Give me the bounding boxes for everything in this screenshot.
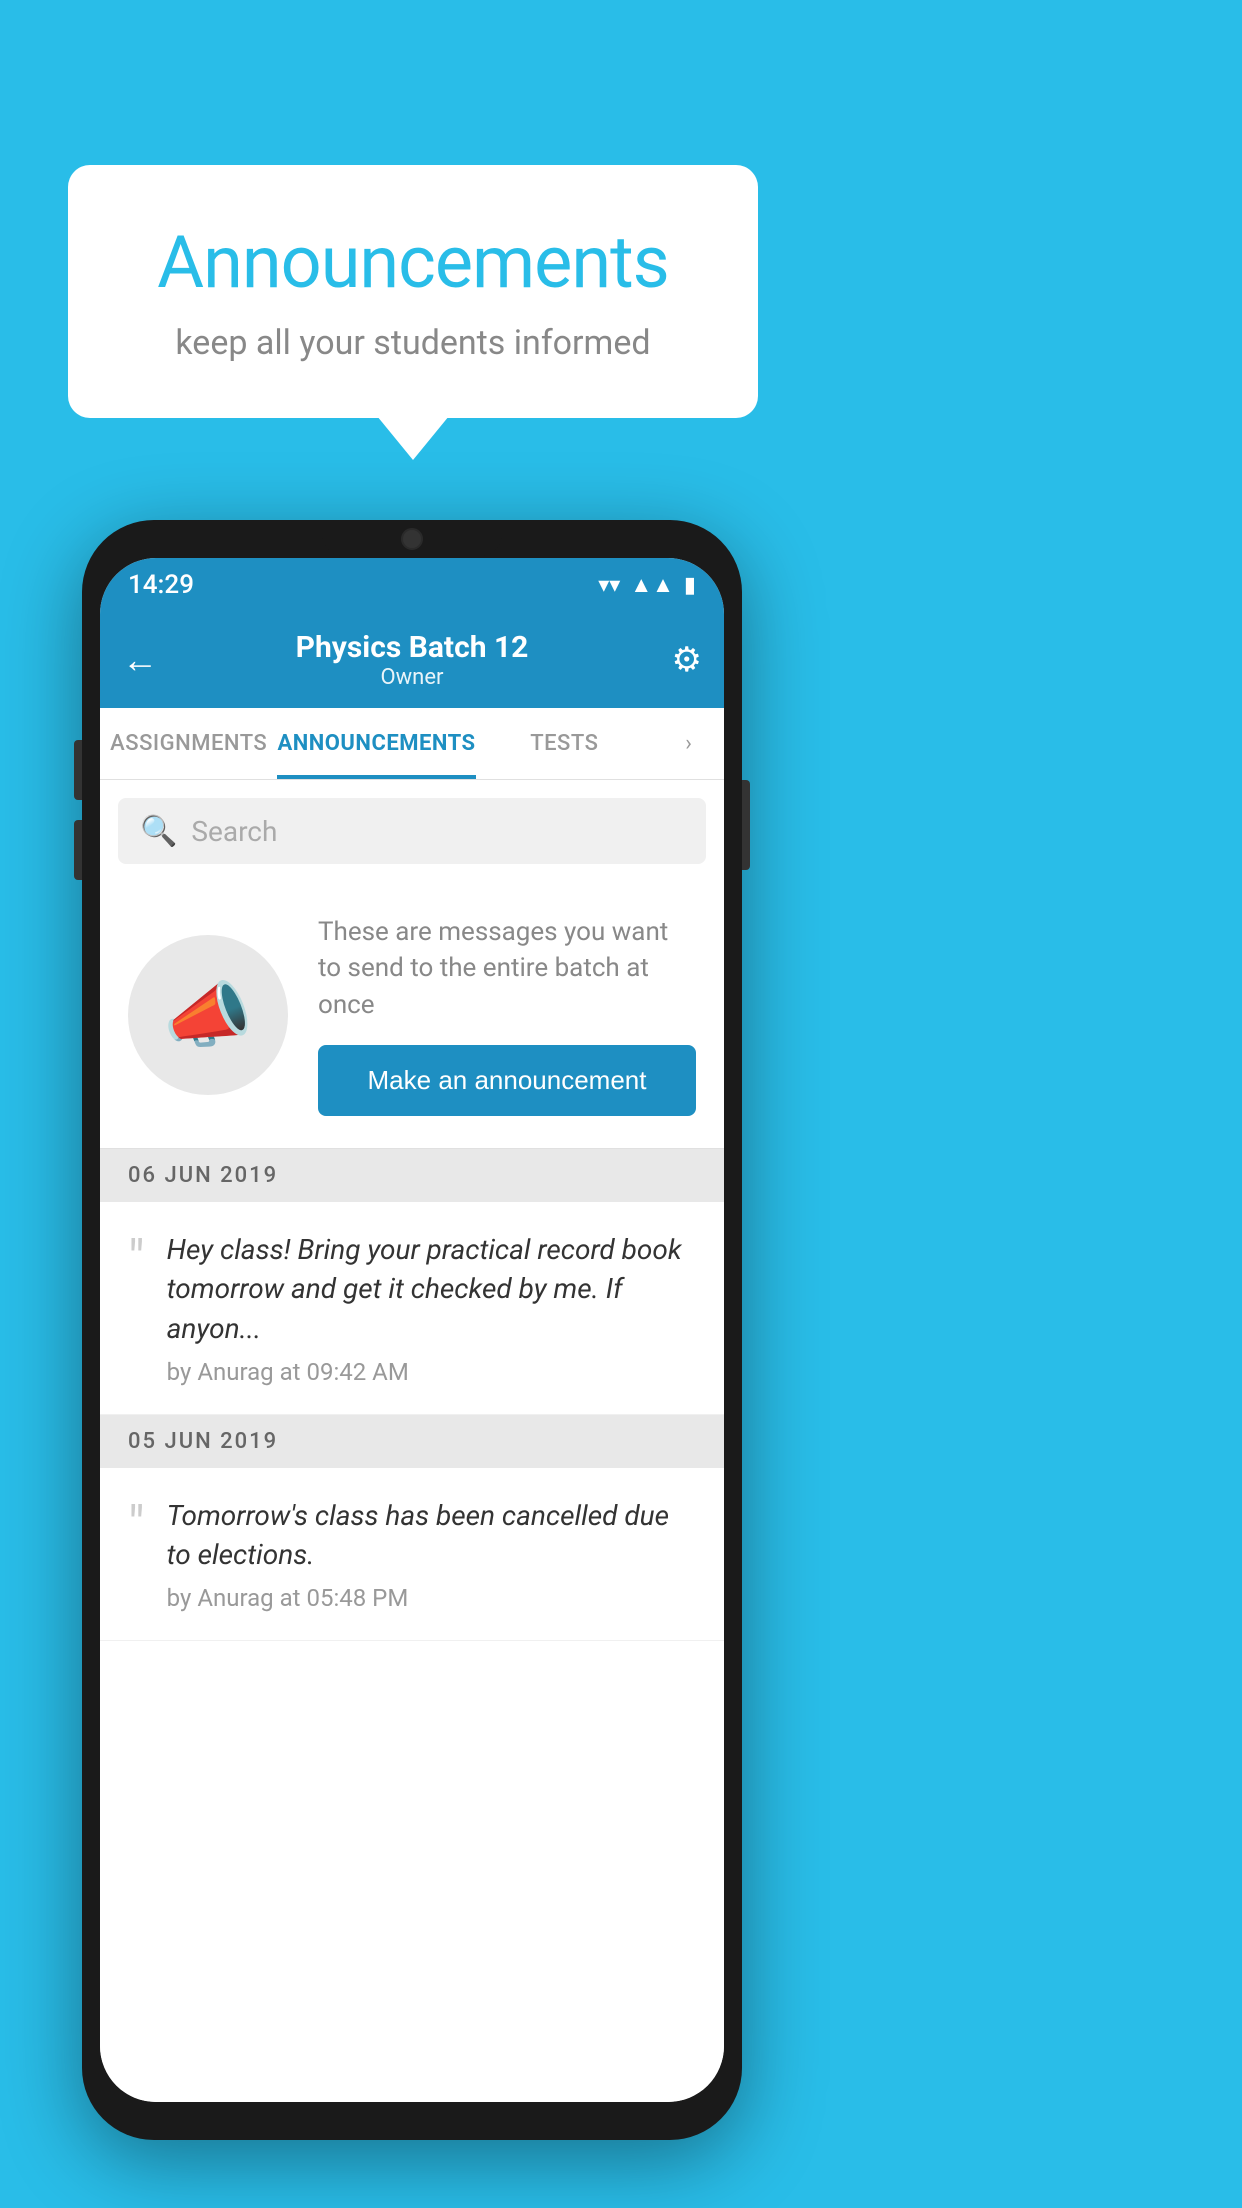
bubble-subtitle: keep all your students informed: [128, 323, 698, 363]
announcement-meta-2: by Anurag at 05:48 PM: [167, 1584, 696, 1612]
search-bar[interactable]: 🔍 Search: [118, 798, 706, 864]
status-icons: ▾▾ ▲▲ ▮: [598, 572, 696, 598]
quote-icon-1: ": [128, 1234, 145, 1286]
wifi-icon: ▾▾: [598, 573, 620, 598]
phone-screen: 14:29 ▾▾ ▲▲ ▮ ← Physics Batch 12 Owner ⚙: [100, 558, 724, 2102]
app-bar-title-section: Physics Batch 12 Owner: [172, 630, 652, 690]
announcement-description: These are messages you want to send to t…: [318, 914, 696, 1023]
date-separator-1: 06 JUN 2019: [100, 1149, 724, 1202]
announcement-message-2: Tomorrow's class has been cancelled due …: [167, 1496, 696, 1574]
volume-down-button: [74, 820, 82, 880]
announcement-prompt: 📣 These are messages you want to send to…: [100, 882, 724, 1149]
signal-icon: ▲▲: [630, 572, 674, 598]
tab-assignments[interactable]: ASSIGNMENTS: [100, 708, 277, 779]
battery-icon: ▮: [684, 573, 696, 598]
tab-tests[interactable]: TESTS: [476, 708, 653, 779]
power-button: [742, 780, 750, 870]
phone-device: 14:29 ▾▾ ▲▲ ▮ ← Physics Batch 12 Owner ⚙: [82, 520, 742, 2140]
megaphone-icon: 📣: [163, 973, 253, 1058]
app-bar-title: Physics Batch 12: [172, 630, 652, 665]
search-icon: 🔍: [140, 814, 177, 849]
speech-bubble-container: Announcements keep all your students inf…: [68, 165, 758, 418]
phone-notch: [322, 520, 502, 556]
app-bar-subtitle: Owner: [172, 665, 652, 690]
search-container: 🔍 Search: [100, 780, 724, 882]
announcement-text-1: Hey class! Bring your practical record b…: [167, 1230, 696, 1386]
announcement-right: These are messages you want to send to t…: [318, 914, 696, 1116]
status-bar: 14:29 ▾▾ ▲▲ ▮: [100, 558, 724, 612]
announcement-item-1: " Hey class! Bring your practical record…: [100, 1202, 724, 1415]
bubble-title: Announcements: [128, 220, 698, 305]
back-button[interactable]: ←: [122, 639, 172, 681]
announcement-icon-circle: 📣: [128, 935, 288, 1095]
settings-button[interactable]: ⚙: [652, 640, 702, 680]
search-input[interactable]: Search: [191, 815, 277, 848]
make-announcement-button[interactable]: Make an announcement: [318, 1045, 696, 1116]
date-separator-2: 05 JUN 2019: [100, 1415, 724, 1468]
announcement-item-2: " Tomorrow's class has been cancelled du…: [100, 1468, 724, 1641]
tab-more[interactable]: ›: [653, 708, 724, 779]
tabs-bar: ASSIGNMENTS ANNOUNCEMENTS TESTS ›: [100, 708, 724, 780]
front-camera: [401, 528, 423, 550]
status-time: 14:29: [128, 570, 194, 600]
announcement-message-1: Hey class! Bring your practical record b…: [167, 1230, 696, 1348]
app-bar: ← Physics Batch 12 Owner ⚙: [100, 612, 724, 708]
screen-content[interactable]: 🔍 Search 📣 These are messages you want t…: [100, 780, 724, 2102]
speech-bubble: Announcements keep all your students inf…: [68, 165, 758, 418]
announcement-text-2: Tomorrow's class has been cancelled due …: [167, 1496, 696, 1612]
tab-announcements[interactable]: ANNOUNCEMENTS: [277, 708, 475, 779]
announcement-meta-1: by Anurag at 09:42 AM: [167, 1358, 696, 1386]
quote-icon-2: ": [128, 1500, 145, 1552]
volume-up-button: [74, 740, 82, 800]
